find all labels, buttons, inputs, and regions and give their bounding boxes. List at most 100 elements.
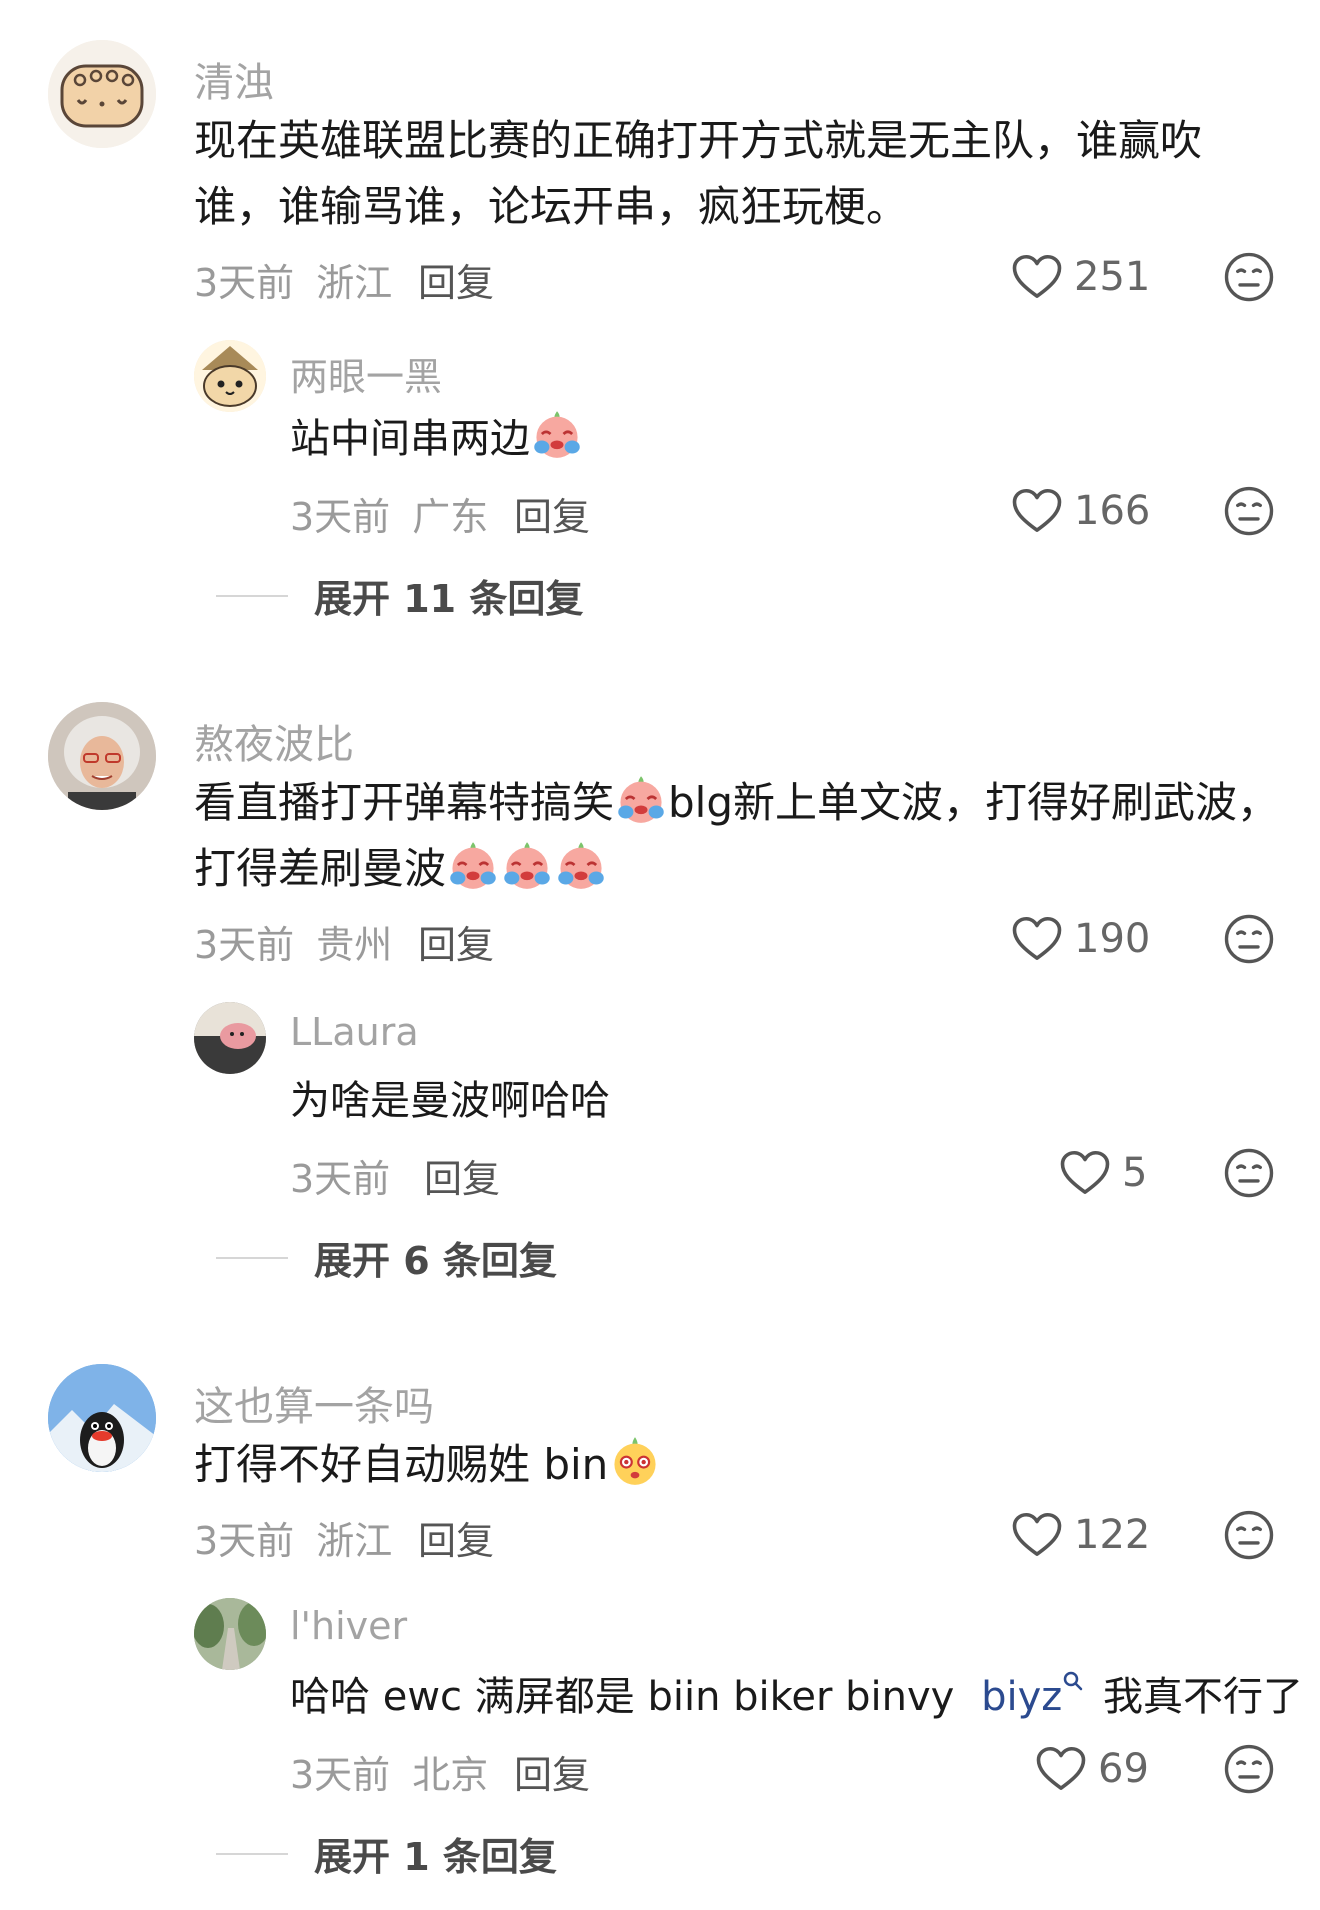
expand-replies-label: 展开 1 条回复 [314,1835,557,1879]
timestamp: 3天前 [290,1753,391,1797]
like-button[interactable]: 69 [1034,1742,1149,1796]
location: 广东 [412,495,489,539]
avatar[interactable] [194,340,266,412]
heart-outline-icon [1010,912,1064,966]
username[interactable]: 清浊 [194,50,274,108]
divider [216,594,288,597]
heart-outline-icon [1058,1146,1112,1200]
reply-text: 站中间串两边 [290,406,584,472]
avatar[interactable] [194,1002,266,1074]
reply-text: 为啥是曼波啊哈哈 [290,1068,610,1134]
dislike-button[interactable] [1222,1508,1276,1566]
divider [216,1852,288,1855]
location: 贵州 [316,923,393,967]
expand-replies-button[interactable]: 展开 6 条回复 [216,1230,557,1285]
like-count: 251 [1074,254,1151,300]
like-count: 166 [1074,488,1151,534]
meh-face-icon [1222,484,1276,538]
divider [216,1256,288,1259]
username[interactable]: 这也算一条吗 [194,1374,434,1432]
location: 北京 [412,1753,489,1797]
heart-outline-icon [1010,1508,1064,1562]
comment-text: 谁，谁输骂谁，论坛开串，疯狂玩梗。 [194,174,908,240]
username[interactable]: 两眼一黑 [290,346,442,401]
reply-meta: 3天前 北京 [290,1744,488,1799]
comment-text: 看直播打开弹幕特搞笑 blg新上单文波，打得好刷武波， [194,770,1279,836]
location: 浙江 [316,261,393,305]
search-icon [1064,1671,1083,1691]
reply-text: 哈哈 ewc 满屏都是 biin biker binvy biyz 我真不行了 [290,1664,1303,1730]
meh-face-icon [1222,1742,1276,1796]
comment-text: 打得不好自动赐姓 bin [194,1432,662,1498]
comment-text-line: 现在英雄联盟比赛的正确打开方式就是无主队，谁赢吹 [194,116,1203,165]
crying-emoji-icon [447,839,499,891]
timestamp: 3天前 [290,1157,391,1201]
reply-button[interactable]: 回复 [418,252,494,307]
reply-text-line: 站中间串两边 [290,416,530,462]
meh-face-icon [1222,912,1276,966]
reply-button[interactable]: 回复 [514,1744,590,1799]
dislike-button[interactable] [1222,250,1276,308]
avatar[interactable] [48,40,156,148]
comment-meta: 3天前 贵州 [194,914,392,969]
dislike-button[interactable] [1222,912,1276,970]
meh-face-icon [1222,250,1276,304]
comment-text-line: 谁，谁输骂谁，论坛开串，疯狂玩梗。 [194,182,909,231]
heart-outline-icon [1010,484,1064,538]
comment-text: 打得差刷曼波 [194,836,608,902]
username[interactable]: 熬夜波比 [194,712,354,770]
comment-text: 现在英雄联盟比赛的正确打开方式就是无主队，谁赢吹 [194,108,1202,174]
expand-replies-button[interactable]: 展开 1 条回复 [216,1826,557,1881]
dislike-button[interactable] [1222,484,1276,542]
reply-button[interactable]: 回复 [424,1148,500,1203]
like-count: 122 [1074,1512,1151,1558]
crying-emoji-icon [615,773,667,825]
reply-text-line: 为啥是曼波啊哈哈 [290,1078,610,1124]
like-button[interactable]: 122 [1010,1508,1150,1562]
crying-emoji-icon [501,839,553,891]
reply-text-line: 哈哈 ewc 满屏都是 biin biker binvy [290,1674,955,1720]
reply-button[interactable]: 回复 [418,914,494,969]
avatar[interactable] [194,1598,266,1670]
like-count: 190 [1074,916,1151,962]
like-count: 5 [1122,1150,1148,1196]
meh-face-icon [1222,1146,1276,1200]
expand-replies-label: 展开 11 条回复 [314,577,584,621]
comment-text-line: 打得差刷曼波 [194,844,447,893]
timestamp: 3天前 [194,1519,295,1563]
heart-outline-icon [1010,250,1064,304]
comment-text-line: 打得不好自动赐姓 bin [194,1440,609,1489]
comment-meta: 3天前 浙江 [194,1510,392,1565]
timestamp: 3天前 [194,261,295,305]
timestamp: 3天前 [290,495,391,539]
dislike-button[interactable] [1222,1742,1276,1800]
reply-meta: 3天前 [290,1148,390,1203]
username[interactable]: l'hiver [290,1604,407,1648]
meh-face-icon [1222,1508,1276,1562]
timestamp: 3天前 [194,923,295,967]
expand-replies-label: 展开 6 条回复 [314,1239,557,1283]
like-count: 69 [1098,1746,1149,1792]
comment-text-line: blg新上单文波，打得好刷武波， [668,778,1280,827]
reply-text-line: 我真不行了 [1102,1674,1303,1720]
comment-meta: 3天前 浙江 [194,252,392,307]
heart-outline-icon [1034,1742,1088,1796]
location: 浙江 [316,1519,393,1563]
avatar[interactable] [48,1364,156,1472]
like-button[interactable]: 190 [1010,912,1150,966]
dizzy-emoji-icon [609,1435,661,1487]
dislike-button[interactable] [1222,1146,1276,1204]
crying-emoji-icon [555,839,607,891]
reply-button[interactable]: 回复 [418,1510,494,1565]
reply-meta: 3天前 广东 [290,486,488,541]
like-button[interactable]: 5 [1058,1146,1147,1200]
username[interactable]: LLaura [290,1010,419,1054]
avatar[interactable] [48,702,156,810]
reply-button[interactable]: 回复 [514,486,590,541]
like-button[interactable]: 166 [1010,484,1150,538]
crying-emoji-icon [531,408,583,460]
search-term: biyz [981,1674,1063,1720]
search-link[interactable]: biyz [981,1671,1084,1720]
expand-replies-button[interactable]: 展开 11 条回复 [216,568,583,623]
like-button[interactable]: 251 [1010,250,1150,304]
